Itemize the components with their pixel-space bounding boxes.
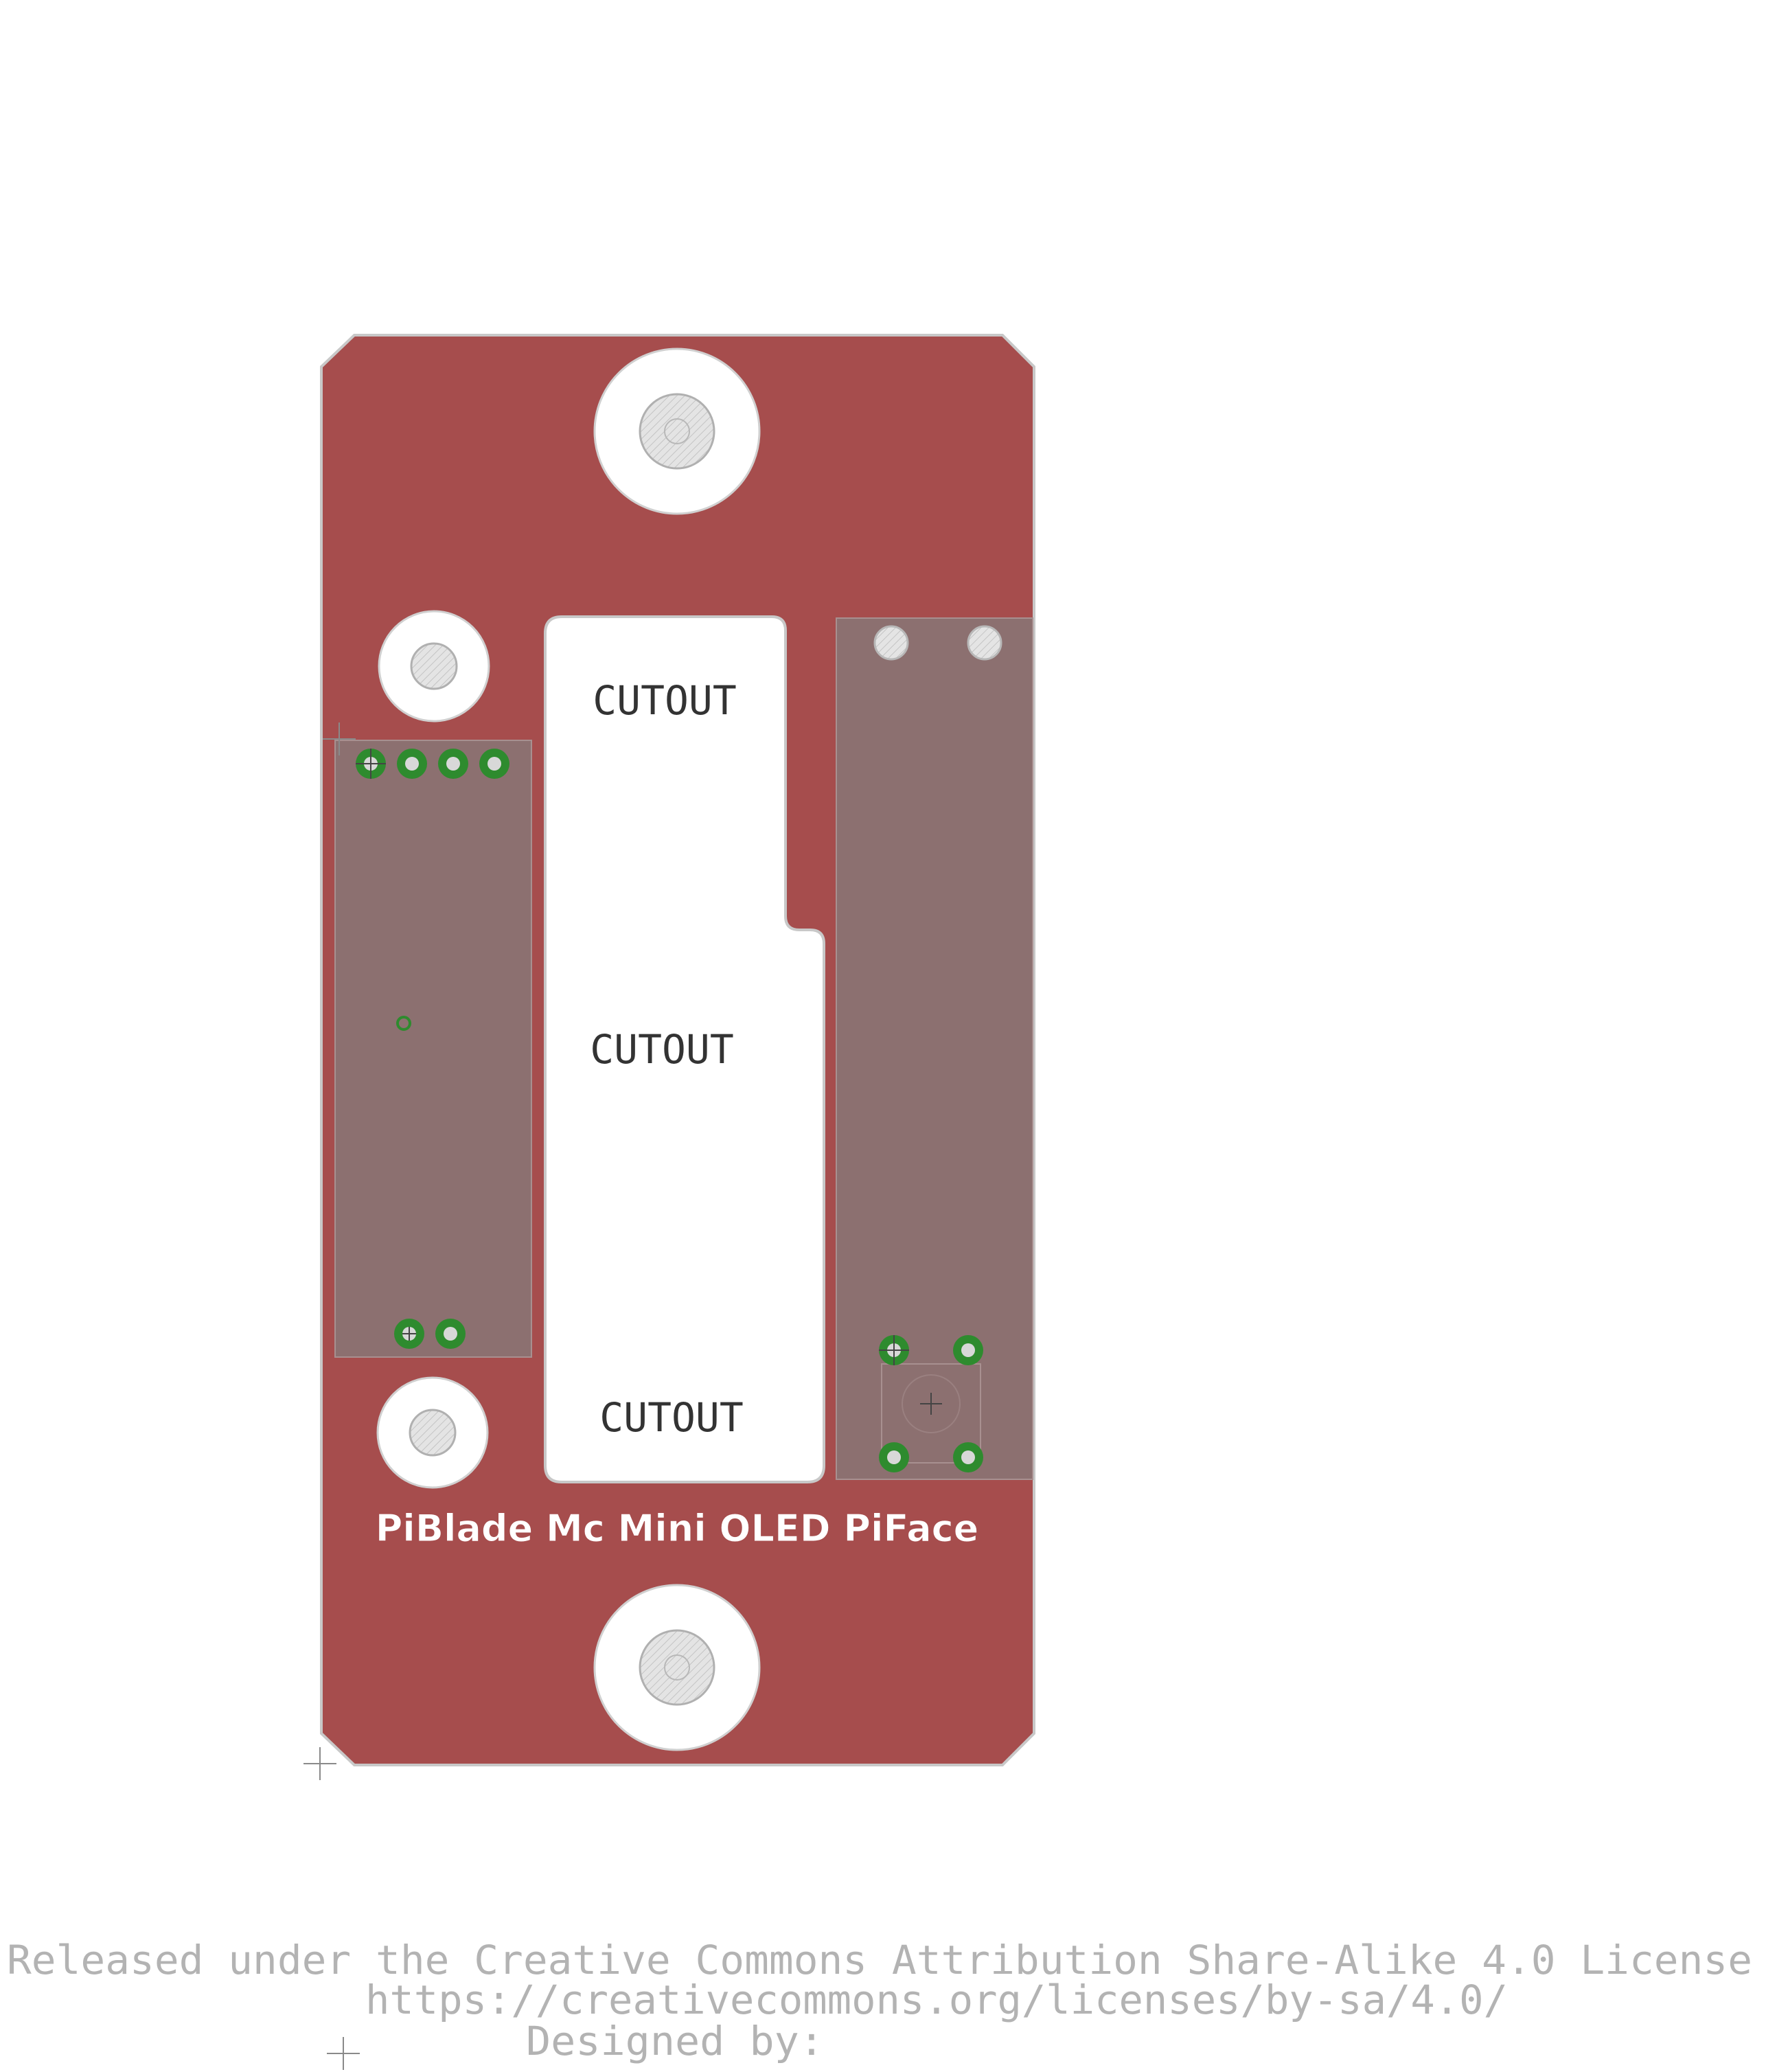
mounting-hole-top: [593, 348, 761, 515]
cutout-label-middle: CUTOUT: [590, 1026, 734, 1073]
cutout-label-top: CUTOUT: [593, 677, 737, 724]
cutout-label-bottom: CUTOUT: [599, 1394, 744, 1441]
origin-crosshair-bottom: [303, 1747, 336, 1780]
mounting-hole-left-lower: [376, 1376, 489, 1489]
mounting-hole-bottom: [593, 1584, 761, 1751]
origin-crosshair-footer: [327, 2037, 360, 2070]
oled-module-footprint: [334, 740, 532, 1358]
license-url: https://creativecommons.org/licenses/by-…: [365, 1977, 1508, 2023]
piface-module-footprint: [836, 617, 1033, 1480]
pcb-board-view: CUTOUT CUTOUT CUTOUT PiBlade Mc Mini OLE…: [7, 334, 1752, 2070]
mounting-hole-left-upper: [378, 610, 490, 722]
board-label: PiBlade Mc Mini OLED PiFace: [376, 1507, 979, 1550]
designer-text: Designed by:: [526, 2018, 824, 2064]
